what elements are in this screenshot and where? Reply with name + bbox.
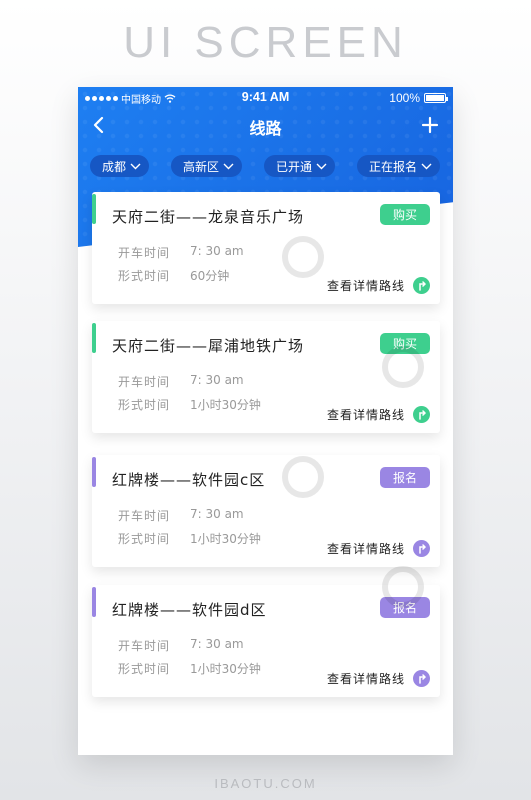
filter-label: 成都	[102, 159, 127, 174]
route-title: 红牌楼——软件园c区	[112, 471, 266, 489]
buy-button[interactable]: 购买	[380, 333, 430, 354]
duration-row: 形式时间 1小时30分钟	[118, 530, 261, 547]
view-route-link[interactable]: 查看详情路线	[327, 670, 430, 687]
card-accent-bar	[92, 457, 96, 487]
card-accent-bar	[92, 194, 96, 224]
depart-value: 7: 30 am	[190, 244, 244, 258]
chevron-down-icon	[316, 163, 327, 169]
route-card[interactable]: 天府二街——龙泉音乐广场 购买 开车时间 7: 30 am 形式时间 60分钟 …	[92, 192, 440, 304]
add-button[interactable]	[417, 111, 443, 139]
view-route-label: 查看详情路线	[326, 672, 405, 686]
view-route-link[interactable]: 查看详情路线	[327, 277, 430, 294]
status-bar: 中国移动 9:41 AM 100%	[78, 87, 453, 109]
route-arrow-icon	[413, 277, 430, 294]
filter-city[interactable]: 成都	[90, 155, 150, 177]
route-arrow-icon	[413, 406, 430, 423]
depart-row: 开车时间 7: 30 am	[118, 373, 244, 390]
depart-value: 7: 30 am	[190, 373, 244, 387]
chevron-down-icon	[421, 163, 432, 169]
route-card[interactable]: 红牌楼——软件园c区 报名 开车时间 7: 30 am 形式时间 1小时30分钟…	[92, 455, 440, 567]
duration-row: 形式时间 1小时30分钟	[118, 396, 261, 413]
route-card[interactable]: 红牌楼——软件园d区 报名 开车时间 7: 30 am 形式时间 1小时30分钟…	[92, 585, 440, 697]
depart-label: 开车时间	[118, 509, 171, 523]
chevron-left-icon	[93, 116, 104, 134]
buy-button[interactable]: 购买	[380, 204, 430, 225]
duration-label: 形式时间	[118, 662, 171, 676]
view-route-label: 查看详情路线	[326, 279, 405, 293]
route-card[interactable]: 天府二街——犀浦地铁广场 购买 开车时间 7: 30 am 形式时间 1小时30…	[92, 321, 440, 433]
depart-label: 开车时间	[118, 375, 171, 389]
plus-icon	[421, 116, 439, 134]
filter-district[interactable]: 高新区	[170, 155, 242, 177]
duration-value: 60分钟	[190, 269, 230, 283]
depart-value: 7: 30 am	[190, 637, 244, 651]
phone-screen: 中国移动 9:41 AM 100% 线路 成都 高新区 已开通 正在报名 天府二…	[78, 87, 453, 755]
nav-bar: 线路	[78, 109, 453, 143]
duration-value: 1小时30分钟	[190, 662, 261, 676]
register-button[interactable]: 报名	[380, 597, 430, 618]
route-title: 天府二街——龙泉音乐广场	[112, 208, 305, 226]
route-title: 红牌楼——软件园d区	[112, 601, 267, 619]
filter-bar: 成都 高新区 已开通 正在报名	[90, 155, 440, 177]
duration-value: 1小时30分钟	[190, 398, 261, 412]
page-title: 线路	[249, 119, 282, 138]
card-accent-bar	[92, 323, 96, 353]
filter-label: 正在报名	[368, 159, 417, 174]
depart-row: 开车时间 7: 30 am	[118, 637, 244, 654]
depart-row: 开车时间 7: 30 am	[118, 507, 244, 524]
duration-row: 形式时间 1小时30分钟	[118, 660, 261, 677]
chevron-down-icon	[130, 163, 141, 169]
battery-icon	[424, 93, 448, 103]
poster-footer: IBAOTU.COM	[214, 776, 317, 791]
view-route-link[interactable]: 查看详情路线	[327, 406, 430, 423]
filter-registration[interactable]: 正在报名	[356, 155, 440, 177]
view-route-link[interactable]: 查看详情路线	[327, 540, 430, 557]
route-arrow-icon	[413, 540, 430, 557]
filter-status[interactable]: 已开通	[263, 155, 335, 177]
card-accent-bar	[92, 587, 96, 617]
depart-row: 开车时间 7: 30 am	[118, 244, 244, 261]
status-battery-group: 100%	[389, 91, 448, 105]
poster-title: UI SCREEN	[123, 18, 408, 67]
filter-label: 已开通	[275, 159, 312, 174]
duration-value: 1小时30分钟	[190, 532, 261, 546]
depart-value: 7: 30 am	[190, 507, 244, 521]
duration-label: 形式时间	[118, 532, 171, 546]
duration-label: 形式时间	[118, 398, 171, 412]
depart-label: 开车时间	[118, 639, 171, 653]
register-button[interactable]: 报名	[380, 467, 430, 488]
route-title: 天府二街——犀浦地铁广场	[112, 337, 305, 355]
route-arrow-icon	[413, 670, 430, 687]
duration-row: 形式时间 60分钟	[118, 267, 229, 284]
filter-label: 高新区	[182, 159, 219, 174]
duration-label: 形式时间	[118, 269, 171, 283]
battery-percent: 100%	[389, 91, 420, 105]
back-button[interactable]	[88, 111, 114, 139]
view-route-label: 查看详情路线	[326, 542, 405, 556]
view-route-label: 查看详情路线	[326, 408, 405, 422]
chevron-down-icon	[223, 163, 234, 169]
depart-label: 开车时间	[118, 246, 171, 260]
